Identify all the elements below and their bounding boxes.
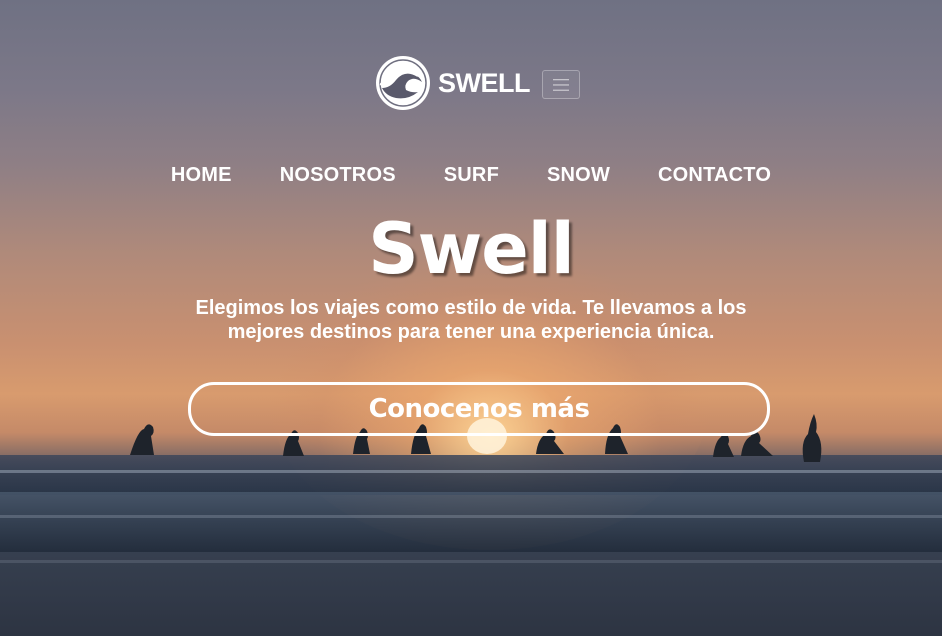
conocenos-mas-button[interactable]: Conocenos más: [188, 382, 770, 436]
wave-line: [0, 470, 942, 473]
nav-item-nosotros[interactable]: NOSOTROS: [280, 164, 396, 187]
menu-toggle-button[interactable]: [542, 70, 580, 99]
nav-item-surf[interactable]: SURF: [444, 164, 499, 187]
hero-section: SWELL HOME NOSOTROS SURF SNOW CONTACTO S…: [0, 0, 942, 636]
nav-item-snow[interactable]: SNOW: [547, 164, 610, 187]
hero-subtitle: Elegimos los viajes como estilo de vida.…: [195, 297, 747, 343]
site-header: SWELL: [0, 50, 942, 116]
hamburger-icon: [553, 78, 569, 91]
surfer-silhouette: [802, 414, 822, 462]
surfer-silhouette: [713, 433, 734, 457]
wave-line: [0, 560, 942, 563]
wave-line: [0, 515, 942, 518]
nav-item-contacto[interactable]: CONTACTO: [658, 164, 771, 187]
nav-item-home[interactable]: HOME: [171, 164, 232, 187]
sea-waves: [0, 492, 942, 552]
sea-foreground: [0, 552, 942, 636]
brand-name: SWELL: [438, 67, 531, 98]
main-nav: HOME NOSOTROS SURF SNOW CONTACTO: [0, 164, 942, 187]
hero-title: Swell: [368, 208, 575, 290]
surfer-silhouette: [130, 424, 154, 455]
wave-circle-icon: [376, 56, 430, 110]
brand-logo[interactable]: SWELL: [374, 54, 531, 112]
